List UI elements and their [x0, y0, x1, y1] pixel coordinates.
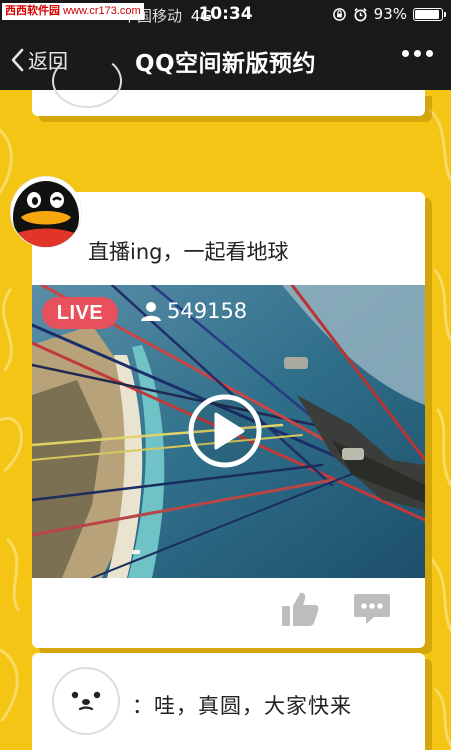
battery-icon [413, 7, 446, 21]
thumbs-up-icon[interactable] [280, 590, 320, 628]
comment-icon[interactable] [353, 592, 391, 626]
status-icons: 93% [332, 5, 446, 23]
commenter-avatar[interactable] [52, 667, 120, 735]
previous-card [32, 54, 425, 116]
qq-penguin-icon [11, 177, 81, 247]
qq-avatar[interactable] [11, 177, 81, 247]
viewer-count: 549158 [140, 299, 247, 323]
battery-percent: 93% [373, 5, 407, 23]
lock-rotation-icon [332, 7, 346, 21]
previous-avatar [52, 54, 122, 108]
play-icon[interactable] [187, 393, 263, 469]
more-dots-icon [402, 50, 433, 57]
battery-fill [415, 9, 440, 19]
user-icon [141, 302, 161, 321]
live-badge: LIVE [42, 297, 118, 329]
post-text: 直播ing，一起看地球 [88, 240, 289, 264]
viewer-count-label: 549158 [167, 299, 248, 323]
bear-face-icon [71, 691, 101, 711]
live-video[interactable]: LIVE 549158 [32, 285, 425, 578]
comment-text: ：哇，真圆，大家快来 [132, 694, 352, 718]
more-button[interactable] [402, 50, 433, 57]
status-bar: 中国移动 4G 西西软件园 www.cr173.com 10:34 93% [0, 0, 451, 30]
alarm-icon [353, 7, 367, 21]
comment-card: ：哇，真圆，大家快来 [32, 653, 425, 750]
live-post-card: 直播ing，一起看地球 LIVE 549158 [32, 192, 425, 648]
